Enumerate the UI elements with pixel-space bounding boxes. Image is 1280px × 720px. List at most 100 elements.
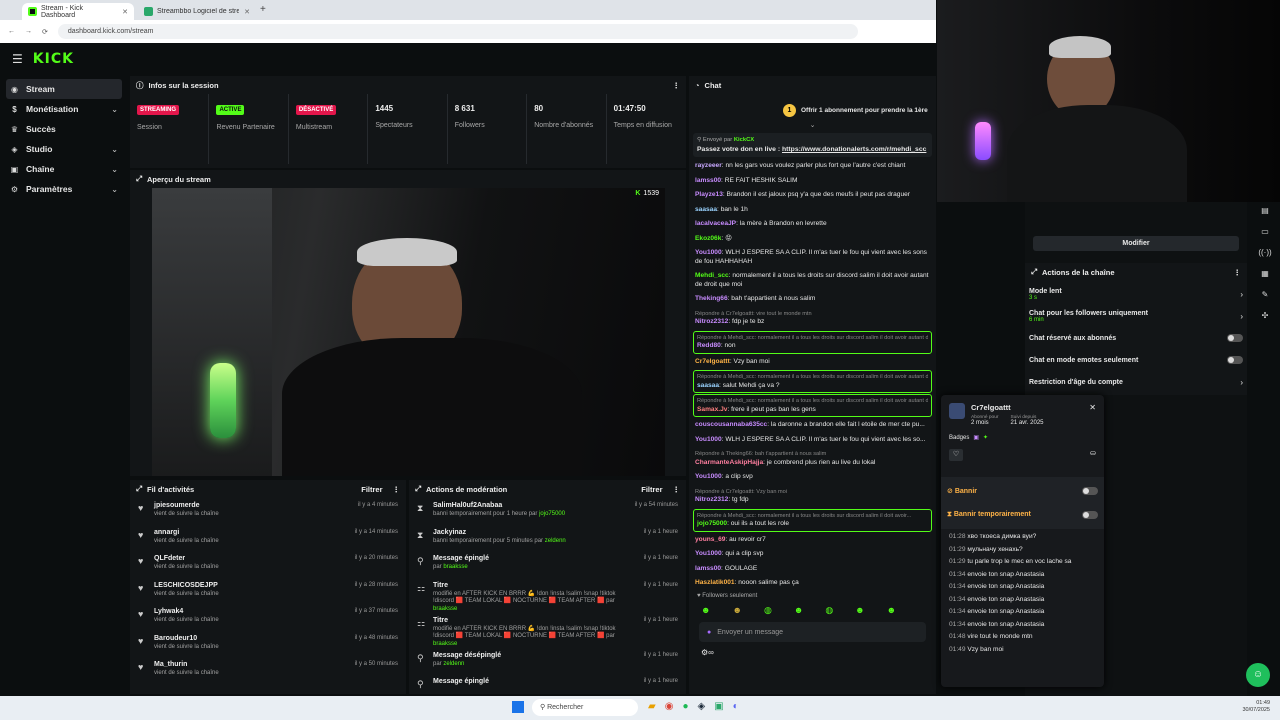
pinned-user[interactable]: KickCX <box>734 137 754 143</box>
mod-target[interactable]: SalimHal0uf2Anabaa <box>433 502 629 509</box>
chat-username[interactable]: Mehdi_scc <box>695 272 729 279</box>
expand-icon[interactable]: ⤢ <box>1031 267 1037 277</box>
activity-user[interactable]: jpiesoumerde <box>154 502 352 509</box>
chat-username[interactable]: Haszlatik001 <box>695 579 735 586</box>
sidebar-item-parametres[interactable]: ⚙ Paramètres ⌄ <box>6 179 122 199</box>
mod-author[interactable]: braaksse <box>433 641 457 647</box>
close-icon[interactable]: ✕ <box>122 8 128 16</box>
new-tab-icon[interactable]: + <box>260 4 266 15</box>
activity-user[interactable]: QLFdeter <box>154 555 349 562</box>
browser-tab-streambbo[interactable]: Streambbo Logiciel de stream... ✕ <box>138 3 256 20</box>
close-icon[interactable]: ✕ <box>244 8 250 16</box>
emotes-only-toggle[interactable] <box>1227 356 1243 364</box>
chat-username[interactable]: You1000 <box>695 550 722 557</box>
sidebar-item-chaine[interactable]: ▣ Chaîne ⌄ <box>6 159 122 179</box>
chat-username[interactable]: Nitroz2312 <box>695 496 728 503</box>
url-input[interactable]: dashboard.kick.com/stream <box>57 24 858 39</box>
chat-username[interactable]: You1000 <box>695 436 722 443</box>
emote-icon[interactable]: ☻ <box>887 605 896 616</box>
chat-username[interactable]: Theking66 <box>695 295 728 302</box>
chat-username[interactable]: lamss00 <box>695 177 721 184</box>
mod-author[interactable]: jojo75000 <box>539 511 565 517</box>
streambbo-icon[interactable]: ▣ <box>714 701 723 712</box>
more-icon[interactable]: ⋮ <box>673 81 681 90</box>
taskbar-search[interactable]: ⚲ Rechercher <box>532 699 638 716</box>
chat-username[interactable]: Playze13 <box>695 191 723 198</box>
chat-username[interactable]: You1000 <box>695 249 722 256</box>
clipboard-icon[interactable]: ▤ <box>1261 206 1269 215</box>
chat-username[interactable]: couscousannaba635cc <box>695 421 767 428</box>
chat-input[interactable]: ● Envoyer un message <box>699 622 926 642</box>
chat-username[interactable]: lamss00 <box>695 565 721 572</box>
sidebar-item-succes[interactable]: ♛ Succès <box>6 119 122 139</box>
chat-username[interactable]: youns_69 <box>695 536 725 543</box>
chat-settings-icon[interactable]: ⚙∞ <box>689 644 936 661</box>
discord-icon[interactable]: ◐ <box>733 701 739 712</box>
user-card-username[interactable]: Cr7elgoattt <box>971 403 1083 412</box>
filter-button[interactable]: Filtrer <box>641 485 662 494</box>
steam-icon[interactable]: ◈ <box>697 701 705 712</box>
chat-username[interactable]: saasaa <box>695 206 717 213</box>
mod-target[interactable]: Jackyinaz <box>433 529 638 536</box>
chat-username[interactable]: jojo75000 <box>697 520 727 527</box>
sub-goal-banner[interactable]: 1 Offrir 1 abonnement pour prendre la 1è… <box>689 94 936 121</box>
mod-author[interactable]: braaksse <box>443 564 467 570</box>
modify-button[interactable]: Modifier <box>1033 236 1239 251</box>
emote-icon[interactable]: ◍ <box>764 605 772 616</box>
action-slow-mode[interactable]: Mode lent 3 s › <box>1029 283 1243 305</box>
chat-username[interactable]: rayzeeer <box>695 162 722 169</box>
follow-heart-button[interactable]: ♡ <box>949 449 963 461</box>
activity-user[interactable]: Ma_thurin <box>154 661 349 668</box>
signal-icon[interactable]: ((·)) <box>1258 248 1271 257</box>
support-chat-icon[interactable]: ☺ <box>1246 663 1270 687</box>
emote-icon[interactable]: ☻ <box>794 605 803 616</box>
windows-start-icon[interactable] <box>512 701 524 713</box>
chat-username[interactable]: Redd80 <box>697 342 721 349</box>
chat-bubble-icon[interactable]: ▭ <box>1261 227 1269 236</box>
mod-author[interactable]: zeldenn <box>443 661 464 667</box>
more-icon[interactable]: ⋮ <box>673 485 681 494</box>
expand-icon[interactable]: ⤢ <box>415 484 421 494</box>
chat-username[interactable]: Cr7elgoattt <box>695 358 730 365</box>
sidebar-item-monetisation[interactable]: $ Monétisation ⌄ <box>6 99 122 119</box>
chat-username[interactable]: You1000 <box>695 473 722 480</box>
browser-tab-kick[interactable]: Stream - Kick Dashboard ✕ <box>22 3 134 20</box>
filter-button[interactable]: Filtrer <box>361 485 382 494</box>
layout-icon[interactable]: ▦ <box>1261 269 1269 278</box>
pinned-link[interactable]: https://www.donationalerts.com/r/mehdi_s… <box>782 146 926 153</box>
action-age-restriction[interactable]: Restriction d'âge du compte › <box>1029 371 1243 393</box>
activity-user[interactable]: annargi <box>154 529 349 536</box>
emote-icon[interactable]: ☻ <box>855 605 864 616</box>
timeout-toggle[interactable] <box>1082 511 1098 519</box>
emote-icon[interactable]: ☻ <box>732 605 741 616</box>
kick-logo[interactable]: KICK <box>33 51 74 67</box>
back-icon[interactable]: ← <box>8 28 15 35</box>
stream-video[interactable]: K 1539 <box>152 188 665 476</box>
action-followers-only[interactable]: Chat pour les followers uniquement 6 min › <box>1029 305 1243 327</box>
puzzle-icon[interactable]: ✣ <box>1262 311 1269 320</box>
more-icon[interactable]: ⋮ <box>393 485 401 494</box>
wrench-icon[interactable]: ✎ <box>1262 290 1269 299</box>
folder-icon[interactable]: ▰ <box>648 701 656 712</box>
menu-icon[interactable]: ☰ <box>12 52 23 66</box>
mod-author[interactable]: braaksse <box>433 606 457 612</box>
expand-icon[interactable]: ⤢ <box>136 484 142 494</box>
mod-author[interactable]: zeldenn <box>545 538 566 544</box>
chat-username[interactable]: lacalvaceaJP <box>695 220 736 227</box>
chat-username[interactable]: Nitroz2312 <box>695 318 728 325</box>
chat-username[interactable]: CharmanteAskipHajja <box>695 459 763 466</box>
chrome-icon[interactable]: ◉ <box>665 701 674 712</box>
expand-icon[interactable]: ⤢ <box>136 174 142 184</box>
forward-icon[interactable]: → <box>25 28 32 35</box>
chat-username[interactable]: Ekoz06k <box>695 235 721 242</box>
activity-user[interactable]: Baroudeur10 <box>154 635 349 642</box>
subscribers-only-toggle[interactable] <box>1227 334 1243 342</box>
activity-user[interactable]: Lyhwak4 <box>154 608 349 615</box>
close-icon[interactable]: ✕ <box>1089 403 1096 426</box>
ban-toggle[interactable] <box>1082 487 1098 495</box>
sidebar-item-stream[interactable]: ◉ Stream <box>6 79 122 99</box>
sidebar-item-studio[interactable]: ◈ Studio ⌄ <box>6 139 122 159</box>
emote-icon[interactable]: ☻ <box>701 605 710 616</box>
chevron-down-icon[interactable]: ⌄ <box>689 121 936 129</box>
spotify-icon[interactable]: ● <box>682 701 688 712</box>
